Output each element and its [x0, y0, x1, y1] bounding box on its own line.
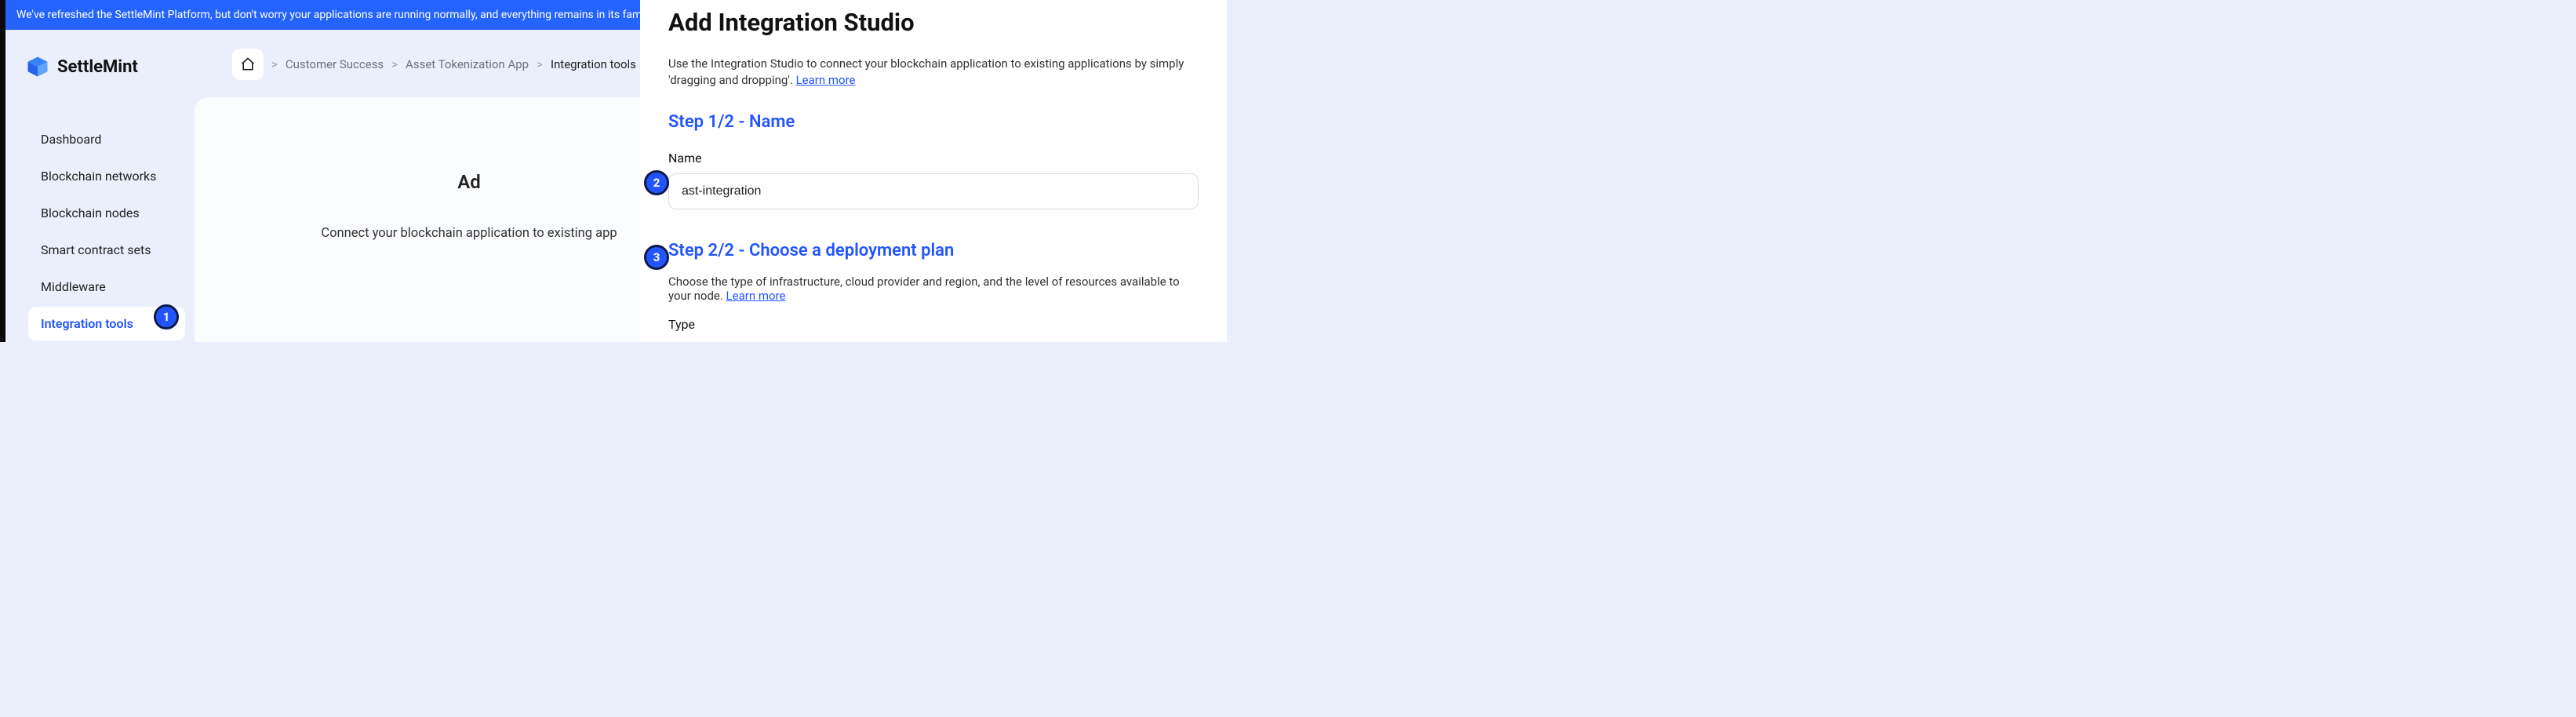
- banner-text: We've refreshed the SettleMint Platform,…: [16, 9, 709, 21]
- step2-heading: Step 2/2 - Choose a deployment plan: [668, 241, 1199, 260]
- sidebar-item-dashboard[interactable]: Dashboard: [28, 122, 185, 156]
- annotation-badge-1: 1: [154, 304, 179, 329]
- sidebar-item-label: Middleware: [41, 279, 106, 294]
- sidebar-item-label: Blockchain networks: [41, 169, 156, 184]
- breadcrumb-item-app[interactable]: Asset Tokenization App: [406, 57, 529, 71]
- annotation-badge-3: 3: [644, 245, 669, 270]
- breadcrumb-separator: >: [537, 57, 543, 71]
- brand-name: SettleMint: [57, 57, 138, 77]
- breadcrumb-item-org[interactable]: Customer Success: [286, 57, 384, 71]
- add-integration-panel: Add Integration Studio Use the Integrati…: [640, 0, 1227, 342]
- type-field-label: Type: [668, 317, 1199, 332]
- sidebar-item-label: Integration tools: [41, 316, 133, 331]
- breadcrumb: > Customer Success > Asset Tokenization …: [232, 49, 636, 80]
- breadcrumb-separator: >: [271, 57, 278, 71]
- step2-description: Choose the type of infrastructure, cloud…: [668, 275, 1199, 303]
- sidebar-item-middleware[interactable]: Middleware: [28, 270, 185, 304]
- brand: SettleMint: [26, 55, 138, 78]
- step1-heading: Step 1/2 - Name: [668, 112, 1199, 132]
- sidebar-item-label: Smart contract sets: [41, 242, 151, 257]
- sidebar-item-label: Blockchain nodes: [41, 206, 140, 220]
- name-input[interactable]: [668, 173, 1199, 209]
- breadcrumb-item-section[interactable]: Integration tools: [551, 57, 636, 71]
- page-subtitle-partial: Connect your blockchain application to e…: [321, 226, 617, 241]
- sidebar-item-label: Dashboard: [41, 132, 101, 147]
- learn-more-link-2[interactable]: Learn more: [726, 289, 786, 303]
- learn-more-link[interactable]: Learn more: [796, 73, 856, 87]
- sidebar-item-blockchain-networks[interactable]: Blockchain networks: [28, 159, 185, 193]
- home-button[interactable]: [232, 49, 264, 80]
- home-icon: [240, 56, 256, 72]
- sidebar-item-blockchain-nodes[interactable]: Blockchain nodes: [28, 196, 185, 230]
- logo-cube-icon: [26, 55, 49, 78]
- panel-title: Add Integration Studio: [668, 8, 1199, 37]
- name-field-label: Name: [668, 151, 1199, 166]
- panel-description: Use the Integration Studio to connect yo…: [668, 56, 1186, 89]
- window-left-edge: [0, 0, 5, 342]
- annotation-badge-2: 2: [644, 170, 669, 195]
- page-title-partial: Ad: [457, 171, 481, 193]
- sidebar-item-smart-contract-sets[interactable]: Smart contract sets: [28, 233, 185, 267]
- breadcrumb-separator: >: [391, 57, 398, 71]
